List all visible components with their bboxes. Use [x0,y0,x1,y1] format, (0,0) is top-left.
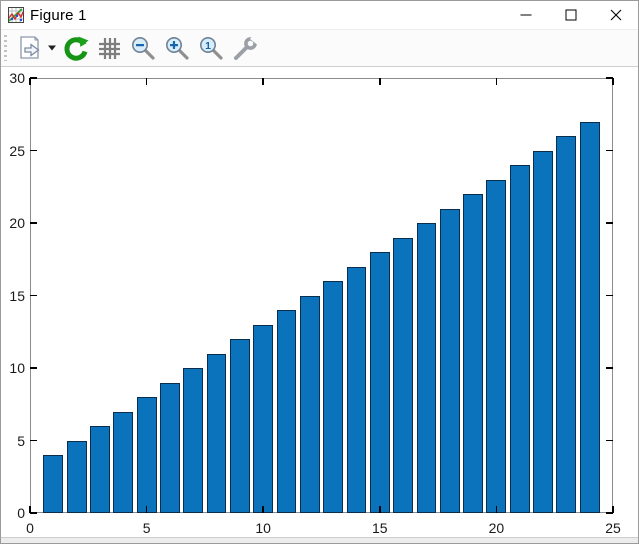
bar [137,397,157,513]
y-tick-label: 20 [1,215,25,231]
bar [556,136,576,513]
title-bar[interactable]: Figure 1 [1,1,638,29]
bar [463,194,483,513]
maximize-icon [565,9,577,21]
x-tick-mirror [29,78,31,85]
x-tick-mirror [262,78,264,85]
x-tick [379,506,381,513]
y-tick [30,77,37,79]
y-tick-mirror [606,512,613,514]
y-tick [30,512,37,514]
export-button[interactable] [13,32,46,64]
close-icon [610,9,622,21]
magnifier-plus-icon [164,35,190,61]
plot-area[interactable] [30,78,613,513]
status-strip [1,537,638,543]
close-button[interactable] [593,1,638,29]
y-tick [30,150,37,152]
bar [253,325,273,514]
x-tick-mirror [379,78,381,85]
x-tick-mirror [612,78,614,85]
x-tick-label: 5 [143,520,151,536]
y-tick-label: 25 [1,143,25,159]
toolbar-drag-handle[interactable] [4,35,7,61]
bar [370,252,390,513]
y-tick-mirror [606,77,613,79]
x-tick-label: 20 [489,520,505,536]
figure-window: Figure 1 [0,0,639,544]
y-tick-label: 0 [1,505,25,521]
bar [510,165,530,513]
minimize-icon [520,9,532,21]
bar [113,412,133,514]
x-tick-label: 10 [255,520,271,536]
bar [43,455,63,513]
grid-button[interactable] [94,32,125,64]
maximize-button[interactable] [548,1,593,29]
y-tick-label: 10 [1,360,25,376]
bar [277,310,297,513]
bar [486,180,506,514]
window-title: Figure 1 [30,7,87,24]
grid-icon [97,36,122,61]
y-tick-mirror [606,367,613,369]
minimize-button[interactable] [503,1,548,29]
x-tick-label: 0 [26,520,34,536]
x-tick [262,506,264,513]
bar [417,223,437,513]
export-document-icon [16,35,43,61]
bar [580,122,600,514]
y-tick-label: 30 [1,70,25,86]
bar [67,441,87,514]
x-tick [146,506,148,513]
y-tick-label: 5 [1,433,25,449]
bar [440,209,460,514]
toolbar: 1 [1,29,638,67]
y-tick-mirror [606,295,613,297]
y-tick [30,440,37,442]
caret-down-icon [48,45,56,51]
zoom-in-button[interactable] [161,32,193,64]
x-tick-label: 15 [372,520,388,536]
replot-button[interactable] [59,32,92,64]
bar [230,339,250,513]
zoom-out-button[interactable] [127,32,159,64]
magnifier-minus-icon [130,35,156,61]
bar [183,368,203,513]
bar [347,267,367,514]
bar [323,281,343,513]
bar [393,238,413,514]
wrench-icon [232,36,259,61]
y-tick [30,295,37,297]
chart-canvas: 0 5 10 15 20 25 0 5 10 15 20 25 30 [1,67,638,537]
export-menu-caret[interactable] [48,45,56,51]
zoom-reset-button[interactable]: 1 [195,32,227,64]
magnifier-one-icon: 1 [198,35,224,61]
refresh-icon [62,35,89,62]
bar [207,354,227,514]
bar [90,426,110,513]
x-tick-label: 25 [605,520,621,536]
bar [160,383,180,514]
settings-button[interactable] [229,32,262,64]
y-tick-mirror [606,150,613,152]
gnuplot-figure-icon [8,7,24,23]
y-tick [30,367,37,369]
bar [533,151,553,514]
x-tick-mirror [146,78,148,85]
y-tick-mirror [606,222,613,224]
y-tick-mirror [606,440,613,442]
y-tick [30,222,37,224]
x-tick [496,506,498,513]
y-tick-label: 15 [1,288,25,304]
svg-text:1: 1 [205,40,211,52]
window-controls [503,1,638,29]
bar [300,296,320,514]
x-tick-mirror [496,78,498,85]
